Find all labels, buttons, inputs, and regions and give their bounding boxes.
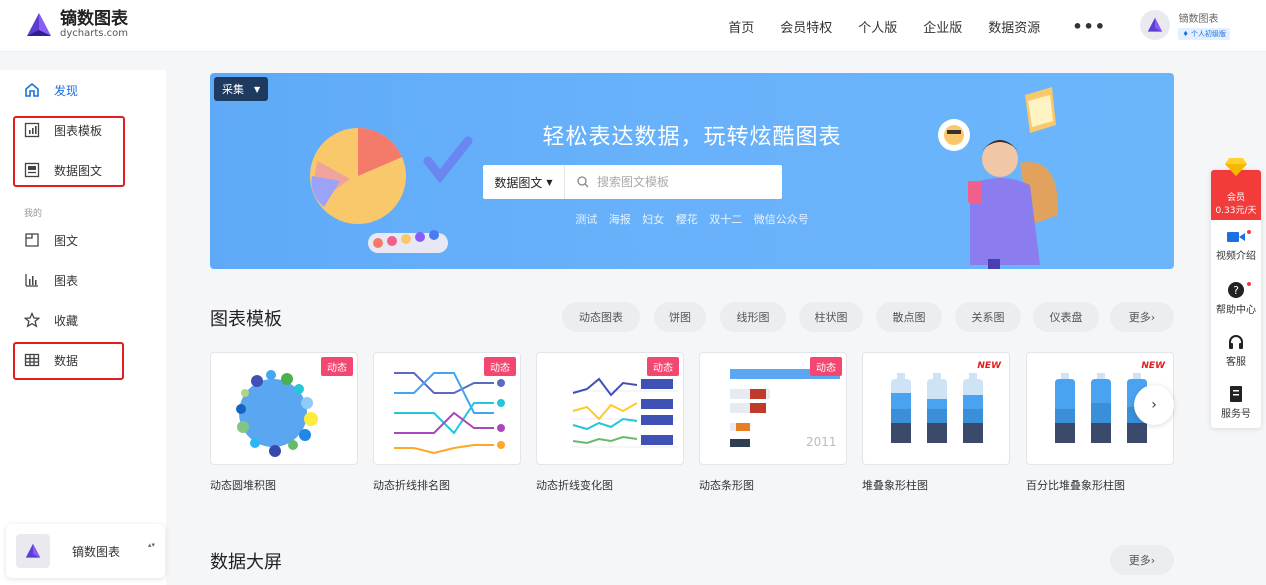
filter-chip-line[interactable]: 线形图 [720,302,786,332]
hot-tag[interactable]: 微信公众号 [754,213,809,226]
vip-promo-button[interactable]: 会员 0.33元/天 [1211,158,1261,220]
template-card-title: 动态折线排名图 [373,479,450,492]
sidebar-item-charts[interactable]: 图表 [24,270,78,290]
star-icon [24,312,40,328]
search-bar: 数据图文 ▼ [483,165,782,199]
bigscreen-more-button[interactable]: 更多› [1110,545,1174,575]
sidebar-item-discover[interactable]: 发现 [24,80,78,100]
help-center-button[interactable]: ? 帮助中心 [1211,282,1261,316]
tag-badge: 动态 [810,357,842,376]
qrcode-doc-icon [1230,386,1242,402]
tag-badge: 动态 [484,357,516,376]
section-label-mine: 我的 [24,209,43,219]
template-card-title: 动态折线变化图 [536,479,613,492]
svg-text:?: ? [1233,284,1239,297]
search-input[interactable] [597,175,777,189]
diamond-icon [1225,158,1247,176]
caret-down-icon: ▼ [546,177,553,187]
search-type-dropdown[interactable]: 数据图文 ▼ [483,165,565,199]
user-name: 镝数图表 [1178,14,1219,25]
user-menu[interactable]: 镝数图表 ♦ 个人初级版 [1140,10,1230,40]
tag-badge: 动态 [647,357,679,376]
template-card[interactable]: NEW [862,352,1010,465]
sidebar: 发现 图表模板 数据图文 我的 图文 图表 收藏 数据 镝数图表 ▴▾ [0,70,166,585]
top-bar: 镝数图表 dycharts.com 首页 会员特权 个人版 企业版 数据资源 •… [0,0,1266,52]
filter-chip-bar[interactable]: 柱状图 [799,302,863,332]
video-camera-icon [1227,232,1245,242]
template-card-title: 动态条形图 [699,479,754,492]
carousel-next-button[interactable]: › [1134,385,1174,425]
brand-name: 镝数图表 [60,8,128,29]
nav-home[interactable]: 首页 [728,17,754,36]
workspace-logo-icon [25,543,41,558]
brand-domain: dycharts.com [60,27,129,39]
sort-arrows-icon[interactable]: ▴▾ [148,541,155,550]
brand-logo[interactable]: 镝数图表 dycharts.com [24,10,128,40]
notification-dot [1247,230,1251,234]
home-icon [25,82,39,97]
notification-dot [1247,282,1251,286]
collect-button[interactable]: 采集 ▼ [214,77,269,101]
year-label: 2011 [806,435,837,449]
template-card-title: 百分比堆叠象形柱图 [1026,479,1125,492]
template-card[interactable]: 动态 [210,352,358,465]
customer-service-button[interactable]: 客服 [1211,334,1261,368]
help-icon: ? [1228,282,1244,298]
filter-chip-scatter[interactable]: 散点图 [876,302,942,332]
avatar-logo-icon [1148,17,1163,32]
bar-chart-icon [25,274,38,287]
filter-chip-pie[interactable]: 饼图 [654,302,706,332]
search-icon [577,176,589,188]
headset-icon [1229,335,1243,349]
person-illustration [938,87,1059,269]
template-card-title: 动态圆堆积图 [210,479,276,492]
section-title-bigscreen: 数据大屏 [210,552,282,573]
template-card-title: 堆叠象形柱图 [862,479,928,492]
main-nav: 首页 会员特权 个人版 企业版 数据资源 ••• [702,0,1106,52]
workspace-name: 镝数图表 [72,544,121,559]
template-card[interactable]: 动态 [536,352,684,465]
plan-badge: ♦ 个人初级版 [1178,28,1230,40]
sidebar-item-favorites[interactable]: 收藏 [24,310,78,330]
hot-tag[interactable]: 樱花 [676,213,698,226]
service-account-button[interactable]: 服务号 [1211,386,1261,420]
workspace-switcher[interactable]: 镝数图表 ▴▾ [6,524,165,578]
nav-data-resources[interactable]: 数据资源 [988,17,1040,36]
filter-chip-gauge[interactable]: 仪表盘 [1033,302,1099,332]
document-icon [25,233,39,247]
vip-price: 0.33元/天 [1215,206,1257,216]
floating-toolbar: 会员 0.33元/天 视频介绍 ? 帮助中心 客服 服务号 [1211,158,1261,428]
template-card[interactable]: 动态 [373,352,521,465]
highlight-box-templates [13,116,125,187]
workspace-avatar [16,534,50,568]
vip-label: 会员 [1226,193,1245,203]
highlight-box-data [13,342,124,380]
diamond-icon: ♦ [1182,30,1189,38]
hero-banner: 采集 ▼ 轻松表达数据，玩转炫酷图表 数据图文 ▼ 测试 海报 妇女 樱花 双十… [210,73,1174,269]
filter-chip-more[interactable]: 更多› [1110,302,1174,332]
avatar[interactable] [1140,10,1171,40]
hot-tag[interactable]: 测试 [575,213,597,226]
nav-enterprise[interactable]: 企业版 [923,17,962,36]
video-intro-button[interactable]: 视频介绍 [1211,230,1261,262]
new-badge: NEW [977,361,1001,371]
nav-membership[interactable]: 会员特权 [780,17,832,36]
hot-tag[interactable]: 海报 [609,213,631,226]
logo-icon [27,13,51,36]
section-title-templates: 图表模板 [210,309,282,330]
template-card[interactable]: 动态 2011 [699,352,847,465]
sidebar-item-graphics[interactable]: 图文 [24,230,78,250]
caret-down-icon: ▼ [254,84,261,94]
hot-tag[interactable]: 妇女 [642,213,664,226]
new-badge: NEW [1141,361,1165,371]
tag-badge: 动态 [321,357,353,376]
filter-chip-dynamic[interactable]: 动态图表 [562,302,640,332]
nav-more-button[interactable]: ••• [1072,17,1106,36]
filter-chip-relation[interactable]: 关系图 [955,302,1021,332]
hot-tag[interactable]: 双十二 [709,213,742,226]
nav-personal[interactable]: 个人版 [858,17,897,36]
